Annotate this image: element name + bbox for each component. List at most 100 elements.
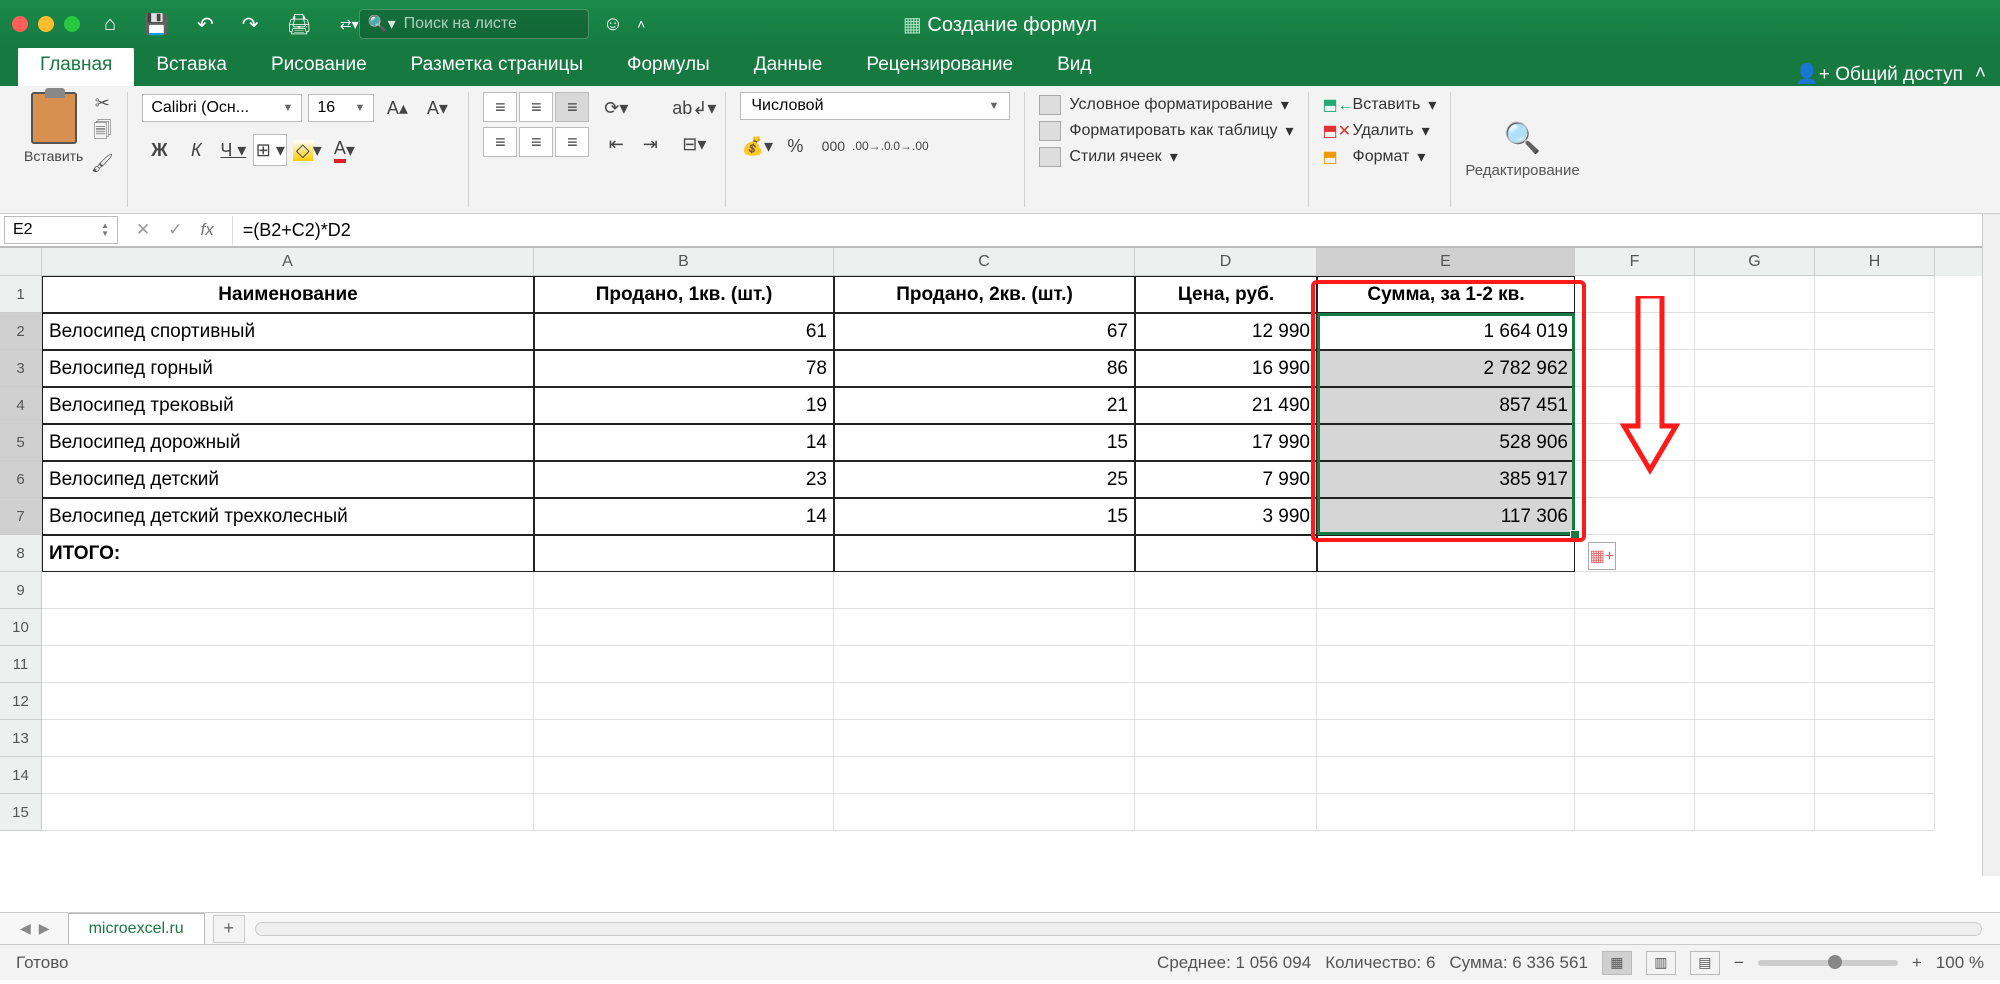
ribbon-overflow-icon[interactable]: ˄ bbox=[1975, 63, 1986, 85]
cell[interactable] bbox=[1575, 646, 1695, 683]
cell[interactable]: Велосипед детский bbox=[42, 461, 534, 498]
cell-styles-button[interactable]: Стили ячеек ▾ bbox=[1039, 144, 1293, 170]
cell[interactable]: Наименование bbox=[42, 276, 534, 313]
page-break-view-icon[interactable]: ▤ bbox=[1690, 951, 1720, 975]
formula-input[interactable]: =(B2+C2)*D2 bbox=[232, 216, 1974, 245]
cell[interactable]: 2 782 962 bbox=[1317, 350, 1575, 387]
name-box[interactable]: E2 ▲▼ bbox=[4, 216, 118, 244]
cell[interactable]: 15 bbox=[834, 498, 1135, 535]
increase-decimal-icon[interactable]: .00→.0 bbox=[854, 130, 888, 162]
horizontal-scrollbar[interactable] bbox=[255, 922, 1982, 936]
fill-color-button[interactable]: ◇▾ bbox=[290, 134, 324, 166]
cell[interactable]: 857 451 bbox=[1317, 387, 1575, 424]
col-header-f[interactable]: F bbox=[1575, 248, 1695, 276]
cell[interactable]: 16 990 bbox=[1135, 350, 1317, 387]
feedback-icon[interactable]: ☺ bbox=[603, 13, 623, 36]
tab-insert[interactable]: Вставка bbox=[134, 46, 249, 86]
cell[interactable] bbox=[534, 535, 834, 572]
bold-button[interactable]: Ж bbox=[142, 134, 176, 166]
collapse-ribbon-icon[interactable]: ˄ bbox=[637, 16, 645, 32]
tab-formulas[interactable]: Формулы bbox=[605, 46, 732, 86]
sheet-nav-next-icon[interactable]: ▶ bbox=[39, 920, 50, 937]
row-header[interactable]: 2 bbox=[0, 313, 42, 350]
italic-button[interactable]: К bbox=[179, 134, 213, 166]
fx-icon[interactable]: fx bbox=[201, 220, 214, 240]
cell[interactable] bbox=[1695, 757, 1815, 794]
cell[interactable] bbox=[1815, 572, 1935, 609]
print-icon[interactable]: 🖨 bbox=[287, 12, 312, 37]
fill-handle[interactable] bbox=[1570, 530, 1580, 540]
zoom-out-button[interactable]: − bbox=[1734, 953, 1744, 973]
cell[interactable]: Велосипед трековый bbox=[42, 387, 534, 424]
cell[interactable]: 19 bbox=[534, 387, 834, 424]
select-all-corner[interactable] bbox=[0, 248, 42, 276]
cell[interactable]: 14 bbox=[534, 498, 834, 535]
cell[interactable] bbox=[1575, 498, 1695, 535]
borders-button[interactable]: ⊞ ▾ bbox=[253, 134, 287, 166]
currency-icon[interactable]: 💰▾ bbox=[740, 130, 774, 162]
maximize-window-icon[interactable] bbox=[64, 16, 80, 32]
cell[interactable] bbox=[1135, 535, 1317, 572]
cell[interactable] bbox=[1695, 498, 1815, 535]
cell[interactable] bbox=[42, 794, 534, 831]
align-right-icon[interactable]: ≡ bbox=[555, 127, 589, 157]
vertical-scrollbar[interactable] bbox=[1982, 214, 2000, 876]
cell[interactable] bbox=[834, 794, 1135, 831]
cell[interactable] bbox=[1317, 646, 1575, 683]
conditional-formatting-button[interactable]: Условное форматирование ▾ bbox=[1039, 92, 1293, 118]
sheet-nav-prev-icon[interactable]: ◀ bbox=[20, 920, 31, 937]
cell[interactable]: Продано, 1кв. (шт.) bbox=[534, 276, 834, 313]
search-input[interactable]: 🔍▾ Поиск на листе bbox=[359, 9, 589, 39]
col-header-g[interactable]: G bbox=[1695, 248, 1815, 276]
row-header[interactable]: 6 bbox=[0, 461, 42, 498]
sheet-tab[interactable]: microexcel.ru bbox=[68, 913, 205, 944]
cell[interactable]: 117 306 bbox=[1317, 498, 1575, 535]
row-header[interactable]: 12 bbox=[0, 683, 42, 720]
cell[interactable] bbox=[1317, 572, 1575, 609]
cell[interactable] bbox=[534, 757, 834, 794]
cell[interactable] bbox=[42, 757, 534, 794]
tab-data[interactable]: Данные bbox=[732, 46, 845, 86]
cell[interactable] bbox=[534, 609, 834, 646]
cell[interactable] bbox=[1695, 794, 1815, 831]
cell[interactable] bbox=[1815, 535, 1935, 572]
font-name-select[interactable]: Calibri (Осн...▼ bbox=[142, 94, 302, 122]
cell[interactable] bbox=[1695, 720, 1815, 757]
cell[interactable] bbox=[1695, 461, 1815, 498]
cell[interactable] bbox=[1815, 276, 1935, 313]
wrap-text-icon[interactable]: ab↲▾ bbox=[677, 92, 711, 124]
cell[interactable] bbox=[1815, 646, 1935, 683]
row-header[interactable]: 9 bbox=[0, 572, 42, 609]
format-as-table-button[interactable]: Форматировать как таблицу ▾ bbox=[1039, 118, 1293, 144]
cell[interactable] bbox=[1695, 276, 1815, 313]
font-color-button[interactable]: A▾ bbox=[327, 134, 361, 166]
cut-icon[interactable]: ✂ bbox=[91, 92, 113, 114]
cell[interactable] bbox=[834, 720, 1135, 757]
redo-icon[interactable]: ↷ bbox=[242, 12, 259, 37]
cell[interactable]: 12 990 bbox=[1135, 313, 1317, 350]
cell[interactable] bbox=[1695, 350, 1815, 387]
cell[interactable]: 67 bbox=[834, 313, 1135, 350]
row-header[interactable]: 14 bbox=[0, 757, 42, 794]
cell[interactable] bbox=[1135, 683, 1317, 720]
cell[interactable]: Велосипед дорожный bbox=[42, 424, 534, 461]
thousands-icon[interactable]: 000 bbox=[816, 130, 850, 162]
cell[interactable]: 78 bbox=[534, 350, 834, 387]
row-header[interactable]: 4 bbox=[0, 387, 42, 424]
underline-button[interactable]: Ч ▾ bbox=[216, 134, 250, 166]
cell[interactable] bbox=[1575, 461, 1695, 498]
cell[interactable]: Велосипед горный bbox=[42, 350, 534, 387]
tab-draw[interactable]: Рисование bbox=[249, 46, 389, 86]
cell[interactable]: Продано, 2кв. (шт.) bbox=[834, 276, 1135, 313]
cell[interactable] bbox=[834, 535, 1135, 572]
cell[interactable] bbox=[1317, 535, 1575, 572]
row-header[interactable]: 10 bbox=[0, 609, 42, 646]
cell[interactable] bbox=[1815, 498, 1935, 535]
cell[interactable]: 7 990 bbox=[1135, 461, 1317, 498]
cell[interactable] bbox=[1695, 535, 1815, 572]
cell[interactable] bbox=[1815, 313, 1935, 350]
cell[interactable] bbox=[1575, 572, 1695, 609]
cell[interactable] bbox=[1575, 424, 1695, 461]
row-header[interactable]: 3 bbox=[0, 350, 42, 387]
row-header[interactable]: 5 bbox=[0, 424, 42, 461]
